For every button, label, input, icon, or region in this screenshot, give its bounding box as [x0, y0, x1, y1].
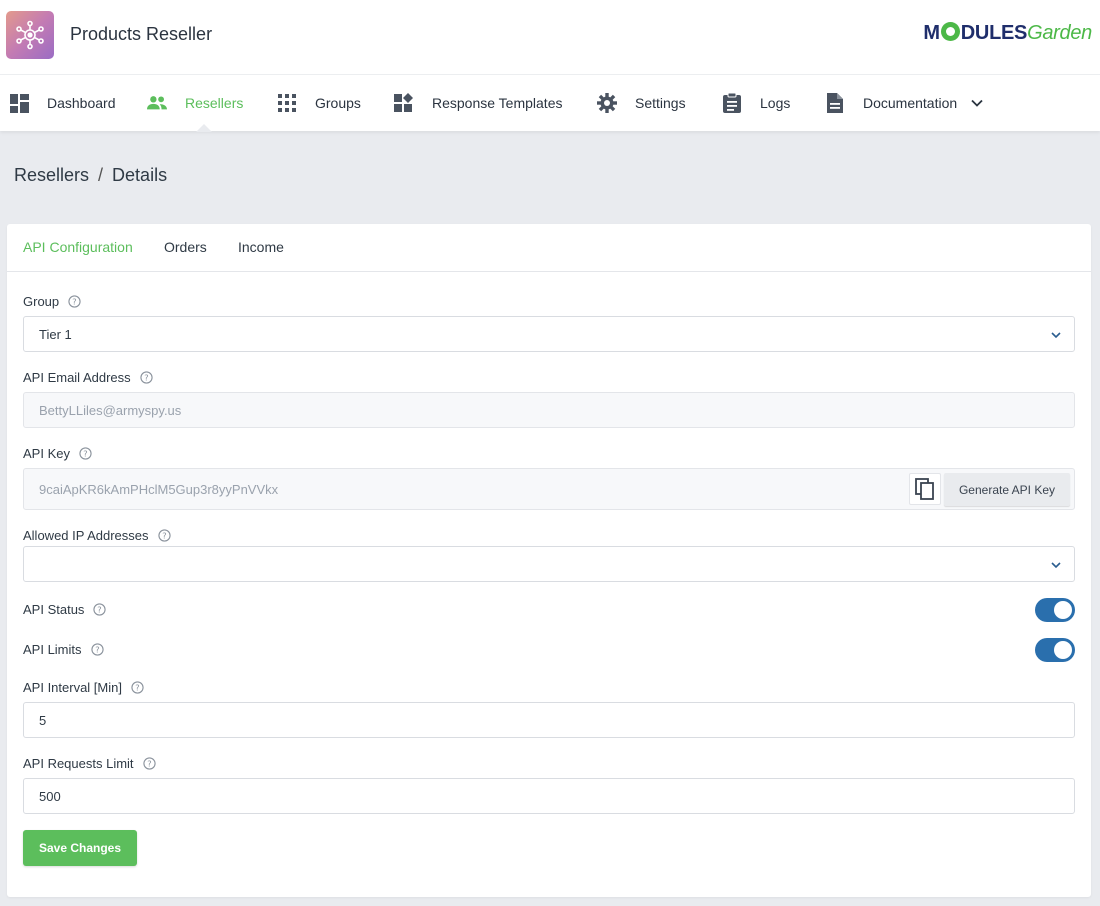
dashboard-icon	[9, 93, 29, 113]
active-nav-indicator	[196, 124, 212, 132]
nav-item-response-templates[interactable]: Response Templates	[394, 75, 562, 131]
allowed-ips-label: Allowed IP Addresses ?	[23, 528, 171, 543]
chevron-down-icon	[1051, 562, 1061, 569]
svg-text:?: ?	[144, 373, 148, 383]
allowed-ips-select[interactable]	[23, 546, 1075, 582]
copy-button[interactable]	[909, 473, 941, 505]
help-icon[interactable]: ?	[68, 295, 81, 308]
api-email-field: BettyLLiles@armyspy.us	[23, 392, 1075, 428]
top-header: Products Reseller M DULESGarden	[0, 0, 1100, 75]
api-status-label: API Status ?	[23, 602, 107, 617]
help-icon[interactable]: ?	[79, 447, 92, 460]
templates-icon	[394, 93, 414, 113]
group-select[interactable]: Tier 1	[23, 316, 1075, 352]
breadcrumb-current: Details	[112, 165, 168, 185]
globe-icon	[940, 22, 960, 41]
api-limits-toggle[interactable]	[1035, 638, 1075, 662]
tab-bar: API Configuration Orders Income	[7, 224, 1091, 272]
api-key-label: API Key ?	[23, 446, 92, 461]
help-icon[interactable]: ?	[140, 371, 153, 384]
main-nav: Dashboard Resellers Groups Response Temp…	[0, 75, 1100, 132]
breadcrumb-resellers[interactable]: Resellers	[14, 165, 89, 185]
svg-text:?: ?	[147, 759, 151, 769]
chevron-down-icon	[1051, 332, 1061, 339]
gear-icon	[597, 93, 617, 113]
generate-api-key-button[interactable]: Generate API Key	[944, 473, 1070, 506]
modulesgarden-logo: M DULESGarden	[923, 22, 1092, 44]
details-card: API Configuration Orders Income Group ? …	[7, 224, 1091, 897]
nav-item-logs[interactable]: Logs	[722, 75, 790, 131]
api-limits-label: API Limits ?	[23, 642, 104, 657]
tab-api-configuration[interactable]: API Configuration	[23, 239, 133, 255]
group-label: Group ?	[23, 294, 81, 309]
nav-item-documentation[interactable]: Documentation	[825, 75, 983, 131]
svg-text:?: ?	[162, 531, 166, 541]
svg-text:?: ?	[135, 683, 139, 693]
api-status-toggle[interactable]	[1035, 598, 1075, 622]
app-title: Products Reseller	[70, 24, 213, 44]
breadcrumb: Resellers / Details	[14, 165, 168, 185]
nav-item-dashboard[interactable]: Dashboard	[9, 75, 116, 131]
tab-orders[interactable]: Orders	[164, 239, 207, 255]
api-key-field: 9caiApKR6kAmPHclM5Gup3r8yyPnVVkx Generat…	[23, 468, 1075, 510]
nav-item-groups[interactable]: Groups	[277, 75, 361, 131]
api-interval-input[interactable]: 5	[23, 702, 1075, 738]
users-icon	[147, 93, 167, 113]
help-icon[interactable]: ?	[90, 643, 104, 656]
api-requests-limit-input[interactable]: 500	[23, 778, 1075, 814]
nav-item-resellers[interactable]: Resellers	[147, 75, 243, 131]
help-icon[interactable]: ?	[142, 757, 156, 770]
email-label: API Email Address ?	[23, 370, 153, 385]
api-requests-limit-label: API Requests Limit ?	[23, 756, 156, 771]
copy-icon	[915, 478, 934, 500]
help-icon[interactable]: ?	[157, 529, 171, 542]
save-changes-button[interactable]: Save Changes	[23, 830, 137, 866]
svg-text:?: ?	[98, 605, 102, 615]
grid-icon	[277, 93, 297, 113]
api-interval-label: API Interval [Min] ?	[23, 680, 144, 695]
svg-text:?: ?	[95, 645, 99, 655]
svg-text:?: ?	[83, 449, 87, 459]
clipboard-icon	[722, 93, 742, 113]
svg-text:?: ?	[72, 297, 76, 307]
chevron-down-icon[interactable]	[971, 99, 983, 107]
help-icon[interactable]: ?	[131, 681, 144, 694]
app-logo-icon	[6, 11, 54, 59]
nav-item-settings[interactable]: Settings	[597, 75, 686, 131]
tab-income[interactable]: Income	[238, 239, 284, 255]
document-icon	[825, 93, 845, 113]
help-icon[interactable]: ?	[93, 603, 107, 616]
